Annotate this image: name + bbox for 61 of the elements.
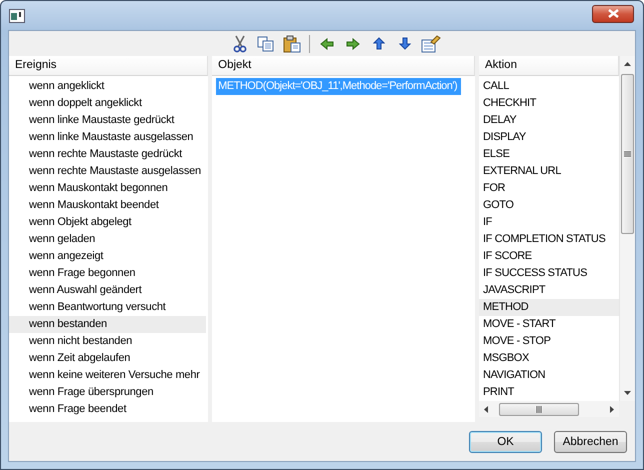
event-item[interactable]: wenn geladen	[9, 231, 206, 248]
action-item[interactable]: CALL	[479, 78, 619, 95]
vertical-scrollbar[interactable]	[619, 56, 635, 401]
properties-button[interactable]	[420, 32, 442, 54]
properties-icon	[420, 34, 440, 52]
event-item[interactable]: wenn Objekt abgelegt	[9, 214, 206, 231]
event-item[interactable]: wenn nicht bestanden	[9, 333, 206, 350]
event-item[interactable]: wenn rechte Maustaste gedrückt	[9, 146, 206, 163]
event-item[interactable]: wenn bestanden	[9, 316, 206, 333]
action-item[interactable]: IF SUCCESS STATUS	[479, 265, 619, 282]
event-item[interactable]: wenn rechte Maustaste ausgelassen	[9, 163, 206, 180]
column-header: Objekt	[212, 56, 475, 76]
action-item[interactable]: IF	[479, 214, 619, 231]
cancel-button[interactable]: Abbrechen	[554, 430, 627, 452]
action-item[interactable]: CHECKHIT	[479, 95, 619, 112]
action-item[interactable]: ELSE	[479, 146, 619, 163]
action-item[interactable]: IF SCORE	[479, 248, 619, 265]
action-item[interactable]: JAVASCRIPT	[479, 282, 619, 299]
horizontal-scrollbar[interactable]	[479, 401, 619, 417]
action-item[interactable]: MOVE - START	[479, 316, 619, 333]
event-item[interactable]: wenn Frage beendet	[9, 401, 206, 418]
action-item[interactable]: NAVIGATION	[479, 367, 619, 384]
event-item[interactable]: wenn Frage begonnen	[9, 265, 206, 282]
action-item[interactable]: FOR	[479, 180, 619, 197]
action-item[interactable]: MOVE - STOP	[479, 333, 619, 350]
app-icon	[9, 8, 25, 22]
action-item[interactable]: METHOD	[479, 299, 619, 316]
grip-icon	[536, 406, 542, 412]
event-item[interactable]: wenn Auswahl geändert	[9, 282, 206, 299]
action-item[interactable]: GOTO	[479, 197, 619, 214]
arrow-left-icon	[320, 38, 334, 50]
action-item[interactable]: DELAY	[479, 112, 619, 129]
event-item[interactable]: wenn Mauskontakt beendet	[9, 197, 206, 214]
clipboard-icon	[282, 34, 300, 52]
event-item[interactable]: wenn angezeigt	[9, 248, 206, 265]
arrow-down-icon	[398, 37, 410, 50]
column-header: Ereignis	[9, 56, 208, 76]
event-item[interactable]: wenn Beantwortung versucht	[9, 299, 206, 316]
event-item[interactable]: wenn Zeit abgelaufen	[9, 350, 206, 367]
close-button[interactable]	[592, 4, 634, 22]
event-item[interactable]: wenn linke Maustaste gedrückt	[9, 112, 206, 129]
event-item[interactable]: wenn Mauskontakt begonnen	[9, 180, 206, 197]
paste-button[interactable]	[280, 32, 302, 54]
event-item[interactable]: wenn Frage übersprungen	[9, 384, 206, 401]
column-header: Aktion	[479, 56, 619, 76]
arrow-right-icon	[346, 38, 360, 50]
action-item[interactable]: EXTERNAL URL	[479, 163, 619, 180]
action-item[interactable]: PRINT	[479, 384, 619, 401]
event-item[interactable]: wenn linke Maustaste ausgelassen	[9, 129, 206, 146]
arrow-up-icon	[372, 37, 384, 50]
event-item[interactable]: wenn angeklickt	[9, 78, 206, 95]
action-item[interactable]: MSGBOX	[479, 350, 619, 367]
copy-icon	[257, 36, 274, 52]
ok-button[interactable]: OK	[469, 430, 542, 452]
event-item[interactable]: wenn doppelt angeklickt	[9, 95, 206, 112]
grip-icon	[624, 151, 631, 157]
close-icon	[608, 9, 618, 18]
action-item[interactable]: IF COMPLETION STATUS	[479, 231, 619, 248]
scissors-icon	[232, 34, 246, 52]
event-item[interactable]: wenn keine weiteren Versuche mehr	[9, 367, 206, 384]
action-item[interactable]: DISPLAY	[479, 129, 619, 146]
